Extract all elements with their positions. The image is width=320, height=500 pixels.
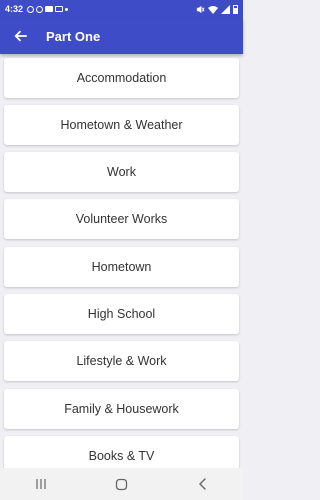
status-icons-right bbox=[196, 4, 238, 14]
topic-item-hometown-weather[interactable]: Hometown & Weather bbox=[4, 105, 239, 145]
dot-icon bbox=[65, 7, 69, 11]
nav-back-button[interactable] bbox=[183, 468, 223, 500]
status-bar: 4:32 bbox=[0, 0, 243, 18]
status-icons-left bbox=[27, 5, 69, 13]
notification-icon bbox=[27, 5, 35, 13]
topic-item-volunteer-works[interactable]: Volunteer Works bbox=[4, 199, 239, 239]
topic-label: Volunteer Works bbox=[75, 212, 168, 226]
topic-label: Lifestyle & Work bbox=[76, 354, 167, 368]
email-icon bbox=[55, 6, 64, 12]
topic-label: Hometown bbox=[91, 260, 152, 274]
home-icon bbox=[115, 478, 128, 490]
app-bar: Part One bbox=[0, 18, 243, 54]
topic-label: Books & TV bbox=[88, 449, 155, 463]
battery-icon bbox=[233, 4, 238, 14]
topic-item-accommodation[interactable]: Accommodation bbox=[4, 58, 239, 98]
topic-label: High School bbox=[87, 307, 156, 321]
topic-item-family-housework[interactable]: Family & Housework bbox=[4, 389, 239, 429]
topic-item-lifestyle-work[interactable]: Lifestyle & Work bbox=[4, 341, 239, 381]
system-nav-bar bbox=[0, 468, 243, 500]
topic-label: Accommodation bbox=[76, 71, 167, 85]
topic-label: Work bbox=[107, 165, 136, 179]
recent-apps-button[interactable] bbox=[21, 468, 61, 500]
back-arrow-icon[interactable] bbox=[2, 18, 38, 54]
signal-icon bbox=[221, 4, 230, 14]
back-icon bbox=[198, 478, 206, 490]
topic-item-work[interactable]: Work bbox=[4, 152, 239, 192]
topic-item-hometown[interactable]: Hometown bbox=[4, 247, 239, 287]
topic-list[interactable]: Accommodation Hometown & Weather Work Vo… bbox=[0, 54, 243, 468]
topic-label: Hometown & Weather bbox=[60, 118, 183, 132]
page-title: Part One bbox=[46, 28, 101, 44]
notification-icon bbox=[36, 5, 44, 13]
topic-label: Family & Housework bbox=[64, 402, 179, 416]
recent-apps-icon bbox=[35, 479, 46, 489]
status-time: 4:32 bbox=[5, 4, 24, 14]
mute-icon bbox=[196, 5, 205, 13]
message-icon bbox=[45, 6, 54, 12]
home-button[interactable] bbox=[102, 468, 142, 500]
topic-item-books-tv[interactable]: Books & TV bbox=[4, 436, 239, 468]
topic-item-high-school[interactable]: High School bbox=[4, 294, 239, 334]
wifi-icon bbox=[208, 5, 218, 14]
